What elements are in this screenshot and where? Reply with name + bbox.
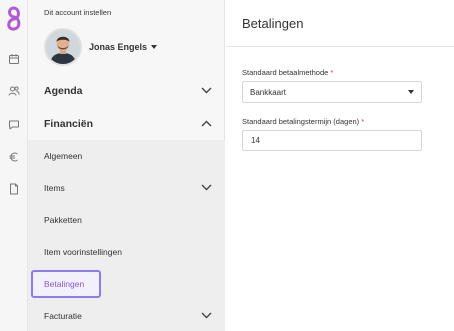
sidebar-section-label: Financiën xyxy=(44,118,94,130)
sidebar-section-financien[interactable]: Financiën xyxy=(28,108,225,140)
chat-icon[interactable] xyxy=(8,118,20,130)
sidebar-section-label: Agenda xyxy=(44,85,83,97)
payment-term-value: 14 xyxy=(251,136,260,145)
required-marker: * xyxy=(361,117,365,126)
main-panel: Betalingen Standaard betaalmethode * Ban… xyxy=(226,0,454,331)
chevron-up-icon xyxy=(201,118,212,130)
sidebar-item-facturatie[interactable]: Facturatie xyxy=(28,300,225,331)
sidebar-item-label: Items xyxy=(44,183,65,193)
sidebar-item-item-voorinstellingen[interactable]: Item voorinstellingen xyxy=(28,236,225,268)
payment-method-value: Bankkaart xyxy=(250,87,287,97)
sidebar-item-label: Algemeen xyxy=(44,151,83,161)
payment-method-label-text: Standaard betaalmethode xyxy=(242,68,329,77)
user-menu[interactable]: Jonas Engels xyxy=(89,42,158,52)
page-title: Betalingen xyxy=(242,16,304,31)
sidebar-item-label: Betalingen xyxy=(44,279,85,289)
sidebar-section-agenda[interactable]: Agenda xyxy=(28,75,225,107)
sidebar-item-label: Facturatie xyxy=(44,311,82,321)
account-setup-heading: Dit account instellen xyxy=(44,8,112,17)
sidebar-item-algemeen[interactable]: Algemeen xyxy=(28,140,225,172)
chevron-down-icon xyxy=(201,311,212,321)
logo-icon[interactable] xyxy=(4,6,24,37)
user-name: Jonas Engels xyxy=(89,42,148,52)
document-icon[interactable] xyxy=(8,182,20,195)
payment-term-label: Standaard betalingstermijn (dagen) * xyxy=(242,117,364,126)
sidebar-item-items[interactable]: Items xyxy=(28,172,225,204)
icon-rail xyxy=(0,0,28,331)
payment-method-label: Standaard betaalmethode * xyxy=(242,68,333,77)
users-icon[interactable] xyxy=(8,84,20,96)
required-marker: * xyxy=(330,68,334,77)
chevron-down-icon xyxy=(201,85,212,97)
caret-down-icon xyxy=(151,45,158,49)
settings-sidebar: Dit account instellen Jonas Engels Agend… xyxy=(28,0,225,331)
header-divider xyxy=(226,46,454,47)
caret-down-icon xyxy=(408,90,414,94)
sidebar-item-label: Pakketten xyxy=(44,215,82,225)
calendar-icon[interactable] xyxy=(8,52,20,64)
sidebar-item-label: Item voorinstellingen xyxy=(44,247,122,257)
euro-icon[interactable] xyxy=(8,150,20,162)
avatar[interactable] xyxy=(44,28,82,66)
payment-term-input[interactable]: 14 xyxy=(242,130,422,151)
sidebar-item-pakketten[interactable]: Pakketten xyxy=(28,204,225,236)
sidebar-item-betalingen[interactable]: Betalingen xyxy=(31,270,101,298)
payment-method-select[interactable]: Bankkaart xyxy=(242,81,422,103)
payment-term-label-text: Standaard betalingstermijn (dagen) xyxy=(242,117,360,126)
chevron-down-icon xyxy=(201,183,212,193)
